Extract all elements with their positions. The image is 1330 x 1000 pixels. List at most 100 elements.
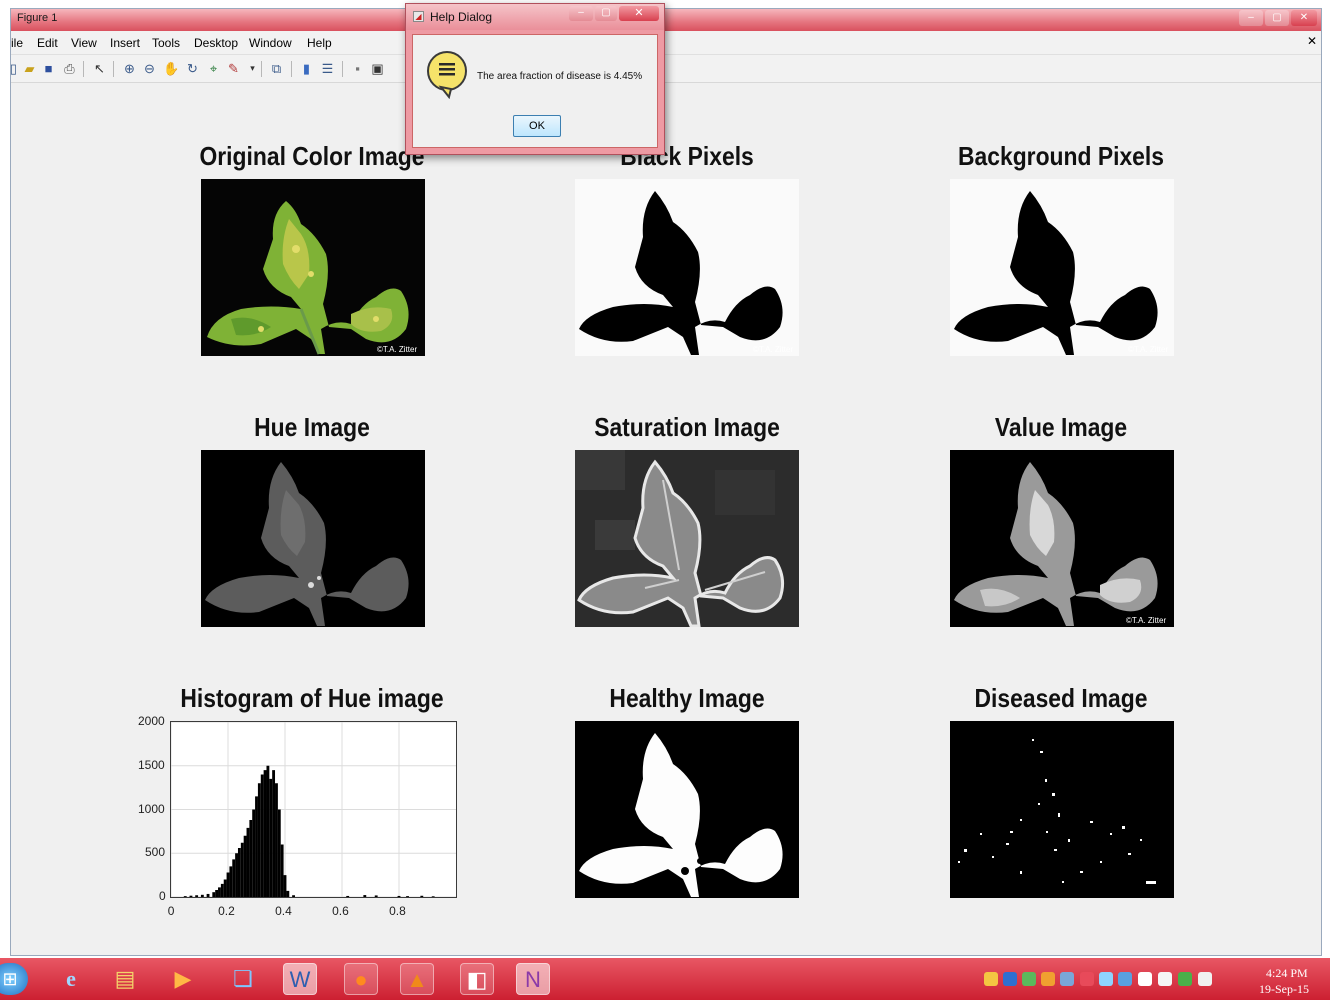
data-cursor-icon[interactable]: ⌖ [205, 60, 222, 77]
clock-date[interactable]: 19-Sep-15 [1259, 982, 1309, 997]
zoom-out-icon[interactable]: ⊖ [141, 60, 158, 77]
onenote-icon[interactable]: N [516, 963, 550, 995]
zoom-in-icon[interactable]: ⊕ [121, 60, 138, 77]
tray-update-icon[interactable] [1022, 972, 1036, 986]
histogram-bar [249, 820, 253, 897]
histogram-bar [212, 892, 216, 897]
help-dialog: ◢ Help Dialog – ▢ ✕ The area fraction of… [405, 3, 665, 155]
menu-insert[interactable]: Insert [110, 36, 140, 50]
file-explorer-icon[interactable]: ▤ [108, 963, 142, 995]
edit-plot-icon[interactable]: ↖ [91, 60, 108, 77]
word-icon[interactable]: W [283, 963, 317, 995]
internet-explorer-icon[interactable]: e [54, 963, 88, 995]
histogram-bar [406, 896, 409, 898]
panel-title-value: Value Image [994, 412, 1128, 442]
menu-window[interactable]: Window [249, 36, 292, 50]
figure-toolbar: ▯ ▰ ■ ⎙ ↖ ⊕ ⊖ ✋ ↻ ⌖ ✎ ▾ ⧉ ▮ ☰ ▪ ▣ [10, 55, 1321, 83]
histogram-bar [269, 778, 273, 897]
tray-flag-icon[interactable] [1158, 972, 1172, 986]
ok-button[interactable]: OK [513, 115, 561, 137]
histogram-bar [235, 853, 238, 897]
tray-antivirus-icon[interactable] [1041, 972, 1055, 986]
close-button[interactable]: ✕ [1291, 10, 1317, 26]
watermark-value: ©T.A. Zitter [1126, 616, 1166, 625]
menu-edit[interactable]: Edit [37, 36, 58, 50]
histogram-bar [363, 895, 367, 897]
y-tick-label: 1000 [138, 801, 165, 816]
print-icon[interactable]: ⎙ [61, 60, 78, 77]
dialog-message: The area fraction of disease is 4.45% [477, 71, 643, 82]
histogram-bar [277, 809, 281, 897]
histogram-bar [263, 770, 267, 898]
histogram-bar [223, 879, 227, 897]
value-image: ©T.A. Zitter [950, 450, 1174, 627]
x-tick-label: 0 [167, 904, 175, 918]
pan-icon[interactable]: ✋ [163, 60, 180, 77]
panel-title-healthy: Healthy Image [609, 683, 765, 713]
minimize-button[interactable]: – [1239, 10, 1263, 26]
link-plot-icon[interactable]: ⧉ [268, 60, 285, 77]
new-figure-icon[interactable]: ▯ [5, 60, 22, 77]
y-tick-label: 2000 [138, 714, 165, 728]
tray-display-icon[interactable] [1060, 972, 1074, 986]
panel-title-hue: Hue Image [254, 412, 370, 442]
menu-dock-icon[interactable]: ✕ [1307, 34, 1317, 48]
menu-file[interactable]: ile [11, 36, 23, 50]
histogram-bar [272, 770, 276, 898]
clock-time[interactable]: 4:24 PM [1266, 966, 1308, 981]
histogram-bar [266, 765, 270, 897]
menu-desktop[interactable]: Desktop [194, 36, 238, 50]
media-player-icon[interactable]: ▶ [166, 963, 200, 995]
chevron-down-icon[interactable]: ▾ [244, 60, 261, 77]
tray-volume-icon[interactable] [1138, 972, 1152, 986]
help-bubble-icon [427, 51, 467, 99]
matlab-window-icon: ◢ [413, 11, 424, 22]
tray-sync-icon[interactable] [1118, 972, 1132, 986]
show-plot-tools-icon[interactable]: ▣ [369, 60, 386, 77]
tray-network-icon[interactable] [984, 972, 998, 986]
histogram-bar [215, 890, 219, 897]
insert-legend-icon[interactable]: ☰ [319, 60, 336, 77]
saturation-image [575, 450, 799, 627]
tray-app-icon[interactable] [1080, 972, 1094, 986]
save-icon[interactable]: ■ [40, 60, 57, 77]
firefox-icon[interactable]: ● [344, 963, 378, 995]
histogram-axes [170, 721, 457, 898]
hide-plot-tools-icon[interactable]: ▪ [349, 60, 366, 77]
histogram-bar [346, 895, 350, 897]
rotate-3d-icon[interactable]: ↻ [184, 60, 201, 77]
histogram-bar [232, 859, 236, 898]
histogram-bar [286, 890, 290, 898]
menu-help[interactable]: Help [307, 36, 332, 50]
figure-window: Figure 1 – ▢ ✕ ile Edit View Insert Tool… [10, 8, 1322, 956]
open-file-icon[interactable]: ▰ [21, 60, 38, 77]
menu-bar: ile Edit View Insert Tools Desktop Windo… [11, 31, 1321, 55]
ebook-reader-icon[interactable]: ❏ [226, 963, 260, 995]
tray-battery-icon[interactable] [1178, 972, 1192, 986]
dialog-close-button[interactable]: ✕ [619, 6, 659, 21]
histogram-bar [218, 887, 221, 898]
brush-icon[interactable]: ✎ [225, 60, 242, 77]
tray-keyboard-icon[interactable] [1198, 972, 1212, 986]
histogram-bar [280, 844, 284, 897]
maximize-button[interactable]: ▢ [1265, 10, 1289, 26]
histogram-bar [431, 896, 435, 897]
remote-desktop-icon[interactable]: ◧ [460, 963, 494, 995]
watermark-background: ©T.A. Zitter [1128, 345, 1168, 354]
tray-bluetooth-icon[interactable] [1099, 972, 1113, 986]
dialog-minimize-button[interactable]: – [569, 6, 593, 21]
histogram-bar [255, 796, 258, 897]
figure-titlebar[interactable]: Figure 1 – ▢ ✕ [11, 9, 1321, 31]
histogram-bar [226, 872, 230, 897]
dialog-titlebar[interactable]: ◢ Help Dialog – ▢ ✕ [406, 4, 664, 30]
dialog-maximize-button[interactable]: ▢ [595, 6, 617, 21]
menu-tools[interactable]: Tools [152, 36, 180, 50]
start-orb-icon[interactable]: ⊞ [0, 963, 28, 995]
matlab-icon[interactable]: ▲ [400, 963, 434, 995]
menu-view[interactable]: View [71, 36, 97, 50]
y-tick-label: 0 [159, 889, 166, 903]
taskbar: ⊞ e ▤ ▶ ❏ W ● ▲ ◧ N 4:24 PM 19-Sep-15 [0, 958, 1330, 1000]
histogram-bar [220, 883, 224, 898]
insert-colorbar-icon[interactable]: ▮ [298, 60, 315, 77]
tray-windows-icon[interactable] [1003, 972, 1017, 986]
